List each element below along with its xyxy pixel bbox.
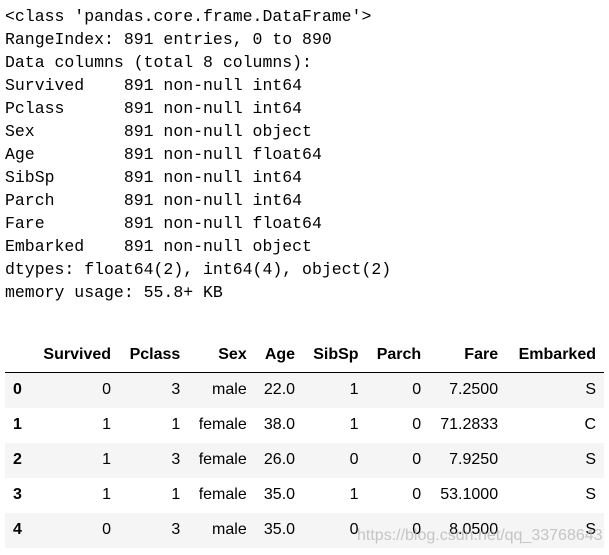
table-cell: female <box>198 451 247 468</box>
info-line: RangeIndex: 891 entries, 0 to 890 <box>5 30 332 49</box>
dataframe-info-output: <class 'pandas.core.frame.DataFrame'> Ran… <box>5 5 391 304</box>
info-line: Pclass 891 non-null int64 <box>5 99 303 118</box>
table-cell: S <box>585 486 596 503</box>
table-cell: 38.0 <box>263 416 296 433</box>
table-cell: female <box>198 416 247 433</box>
info-line: Fare 891 non-null float64 <box>5 214 322 233</box>
info-line: Age 891 non-null float64 <box>5 145 322 164</box>
watermark: https://blog.csdn.net/qq_33768643 <box>357 527 603 544</box>
info-line: SibSp 891 non-null int64 <box>5 168 303 187</box>
table-cell: C <box>584 416 596 433</box>
column-header <box>5 338 32 373</box>
row-index: 3 <box>13 486 22 503</box>
table-cell: 0 <box>349 451 359 468</box>
column-header: Survived <box>31 338 120 373</box>
table-cell: 71.2833 <box>440 416 499 433</box>
table-cell: male <box>212 521 247 538</box>
column-header: Sex <box>188 338 255 373</box>
table-cell: 1 <box>349 416 359 433</box>
table-cell: S <box>585 451 596 468</box>
table-cell: S <box>585 381 596 399</box>
table-cell: 0 <box>412 416 422 433</box>
table-row: 0 0 3 male 22.0 1 0 7.2500 S <box>5 372 604 408</box>
table-cell: 0 <box>412 451 422 468</box>
info-line: Survived 891 non-null int64 <box>5 76 303 95</box>
table-cell: 1 <box>102 416 112 433</box>
column-header: Embarked <box>506 338 604 373</box>
info-line: memory usage: 55.8+ KB <box>5 283 223 302</box>
column-header: Pclass <box>119 338 189 373</box>
column-header: Fare <box>429 338 507 373</box>
info-line: <class 'pandas.core.frame.DataFrame'> <box>5 7 372 26</box>
info-line: dtypes: float64(2), int64(4), object(2) <box>5 260 392 279</box>
table-cell: 7.9250 <box>449 451 499 468</box>
table-row: 2 1 3 female 26.0 0 0 7.9250 S <box>5 442 604 478</box>
column-header: Parch <box>366 338 430 373</box>
table-cell: 53.1000 <box>440 486 499 503</box>
row-index: 4 <box>13 521 22 538</box>
row-index: 2 <box>13 451 22 468</box>
table-cell: 26.0 <box>263 451 296 468</box>
table-row: 1 1 1 female 38.0 1 0 71.2833 C <box>5 408 604 443</box>
info-line: Parch 891 non-null int64 <box>5 191 303 210</box>
table-cell: 7.2500 <box>449 381 499 399</box>
dataframe-head-table: Survived Pclass Sex Age SibSp Parch Fare Embark… <box>5 338 604 548</box>
table-cell: female <box>198 486 247 503</box>
table-cell: 35.0 <box>263 521 296 538</box>
table-header-row: Survived Pclass Sex Age SibSp Parch Fare Embark… <box>5 338 604 373</box>
table-cell: 0 <box>412 381 422 399</box>
table-row: 3 1 1 female 35.0 1 0 53.1000 S <box>5 478 604 513</box>
table-cell: 3 <box>171 381 181 399</box>
row-index: 0 <box>13 381 22 399</box>
table-cell: 0 <box>102 521 112 538</box>
table-cell: 0 <box>102 381 112 399</box>
info-line: Sex 891 non-null object <box>5 122 312 141</box>
column-header: Age <box>254 338 304 373</box>
info-line: Data columns (total 8 columns): <box>5 53 312 72</box>
table-cell: 1 <box>349 486 359 503</box>
column-header: SibSp <box>303 338 367 373</box>
table-cell: 35.0 <box>263 486 296 503</box>
table-cell: 0 <box>412 486 422 503</box>
table-cell: 1 <box>102 451 112 468</box>
table-cell: 1 <box>349 381 359 399</box>
table-cell: 22.0 <box>263 381 296 399</box>
table-cell: 1 <box>171 486 181 503</box>
row-index: 1 <box>13 416 22 433</box>
table-cell: 1 <box>171 416 181 433</box>
table-cell: 3 <box>171 451 181 468</box>
table-cell: male <box>212 381 247 399</box>
table-cell: 1 <box>102 486 112 503</box>
table-cell: 3 <box>171 521 181 538</box>
info-line: Embarked 891 non-null object <box>5 237 312 256</box>
